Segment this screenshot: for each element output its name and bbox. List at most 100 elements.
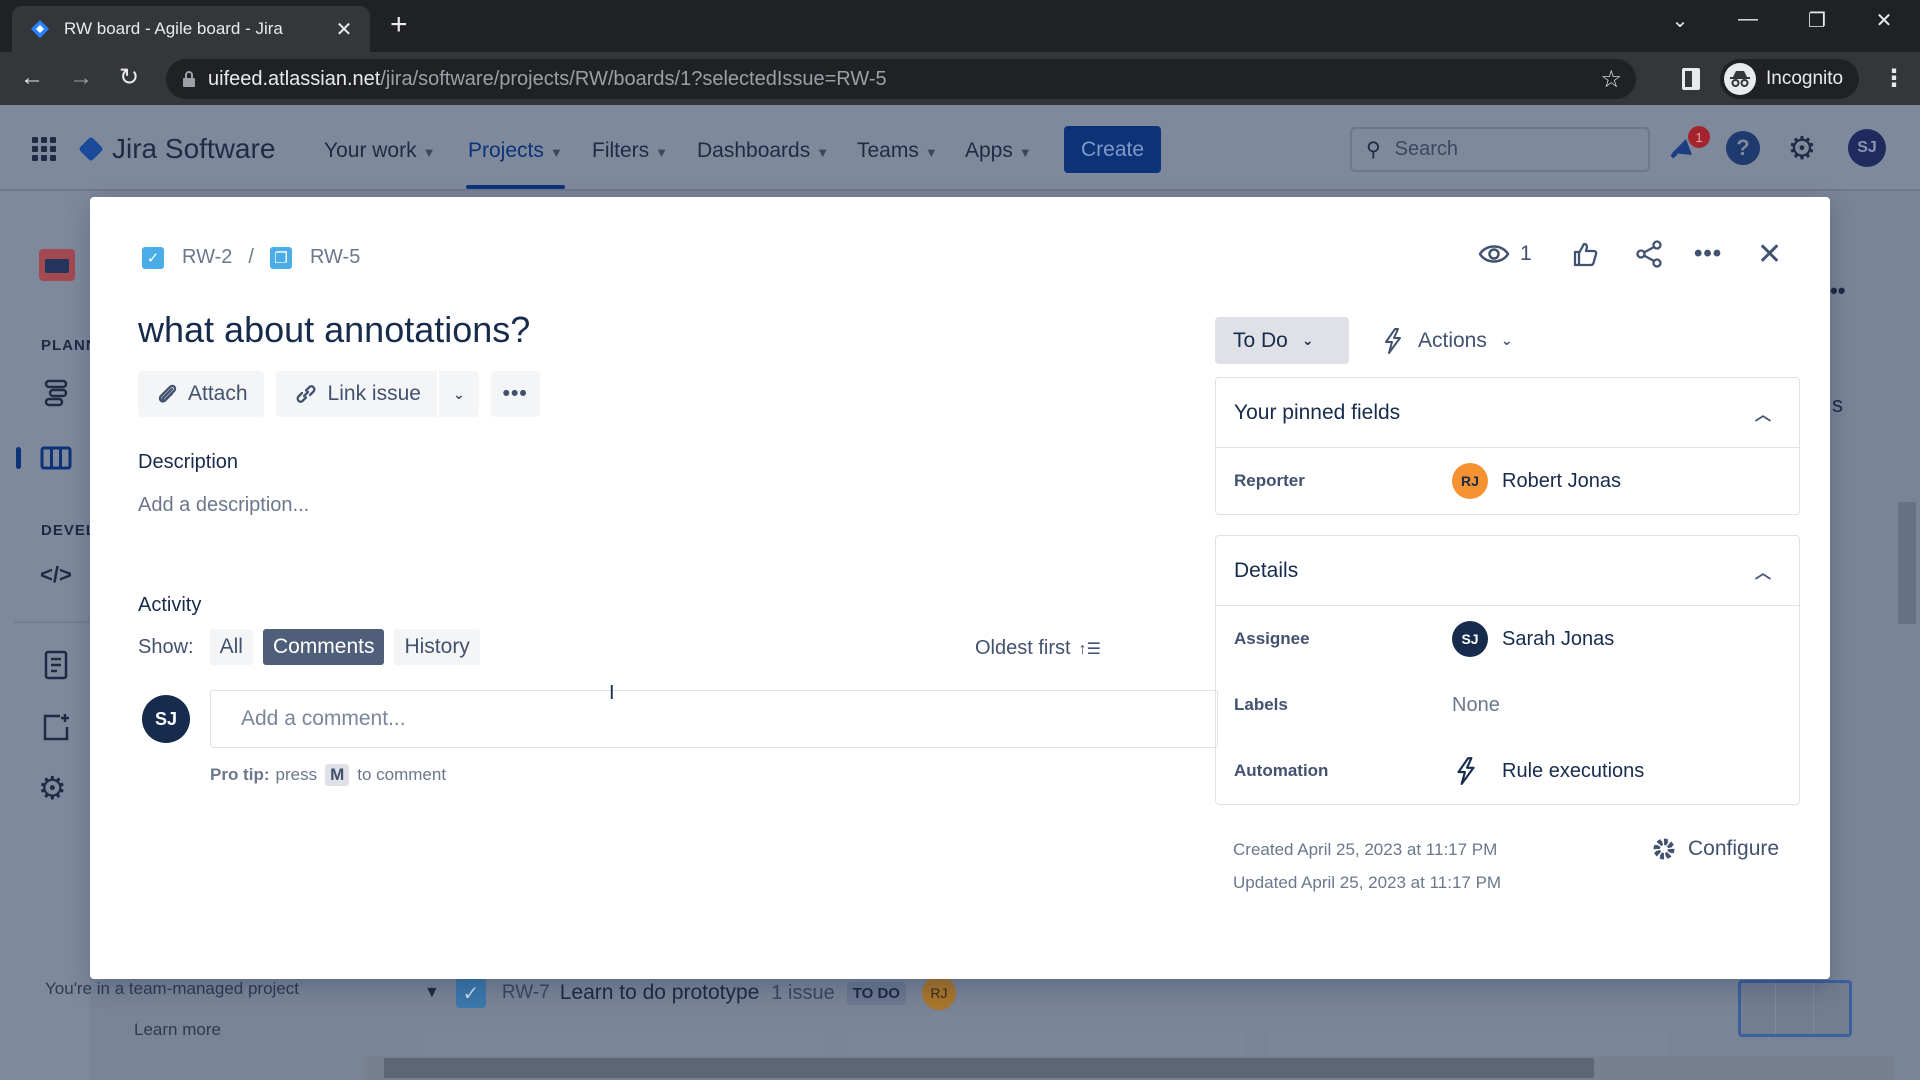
swimlane-key: RW-7: [501, 982, 550, 1003]
horizontal-scroll-thumb[interactable]: [384, 1058, 1594, 1078]
close-tab-icon[interactable]: ✕: [332, 17, 356, 42]
configure-button[interactable]: Configure: [1650, 835, 1779, 863]
chevron-down-icon: ▼: [422, 145, 436, 160]
rule-executions-label: Rule executions: [1502, 759, 1645, 782]
add-shortcut-icon[interactable]: [40, 711, 72, 743]
browser-menu-icon[interactable]: ⋮: [1882, 64, 1906, 93]
code-icon[interactable]: </>: [40, 562, 72, 594]
project-avatar-icon[interactable]: [39, 249, 75, 281]
attach-button[interactable]: Attach: [138, 371, 264, 417]
url-bar[interactable]: uifeed.atlassian.net/jira/software/proje…: [166, 59, 1636, 99]
nav-filters[interactable]: Filters ▼: [592, 139, 668, 163]
nav-label: Teams: [857, 139, 919, 162]
pinned-fields-header[interactable]: Your pinned fields ︿: [1216, 378, 1799, 448]
assignee-value[interactable]: SJ Sarah Jonas: [1452, 621, 1614, 657]
sidebar-divider: [14, 621, 90, 623]
active-nav-indicator: [466, 185, 565, 189]
sort-order-button[interactable]: Oldest first ↑☰: [975, 637, 1101, 660]
jira-logo[interactable]: Jira Software: [78, 133, 275, 165]
project-pages-icon[interactable]: [40, 649, 72, 681]
search-icon: ⚲: [1366, 139, 1381, 161]
protip-bold: Pro tip:: [210, 765, 270, 784]
filter-all[interactable]: All: [209, 629, 253, 665]
thumbs-up-icon: [1573, 242, 1598, 267]
settings-gear-icon[interactable]: ⚙: [1785, 130, 1819, 166]
more-options-icon[interactable]: •••: [1694, 237, 1722, 271]
project-settings-icon[interactable]: ⚙: [38, 769, 70, 806]
nav-apps[interactable]: Apps ▼: [965, 139, 1032, 163]
chevron-down-icon: ⌄: [1301, 332, 1314, 348]
link-issue-button[interactable]: Link issue: [275, 371, 437, 417]
board-swimlane-row[interactable]: ▼ ✓ RW-7 Learn to do prototype 1 issue T…: [424, 976, 956, 1010]
reporter-value[interactable]: RJ Robert Jonas: [1452, 463, 1621, 499]
protip-pre: press: [275, 765, 318, 784]
jira-diamond-icon: [78, 136, 104, 162]
labels-value[interactable]: None: [1452, 694, 1500, 717]
side-panel-icon[interactable]: [1682, 68, 1700, 90]
board-more-icon[interactable]: ••: [1830, 278, 1845, 304]
chevron-down-icon: ▼: [816, 145, 830, 160]
incognito-profile-button[interactable]: Incognito: [1720, 59, 1860, 99]
breadcrumb-parent-link[interactable]: RW-2: [182, 246, 232, 269]
filter-comments[interactable]: Comments: [262, 629, 385, 665]
jira-favicon-icon: [31, 20, 49, 38]
help-icon[interactable]: ?: [1726, 131, 1760, 165]
create-button[interactable]: Create: [1064, 126, 1161, 173]
chevron-down-icon: ⌄: [452, 385, 465, 402]
close-modal-icon[interactable]: ✕: [1757, 237, 1782, 271]
more-horizontal-icon: •••: [502, 382, 528, 405]
window-close-icon[interactable]: ✕: [1864, 8, 1904, 33]
description-field[interactable]: Add a description...: [138, 494, 309, 517]
new-tab-icon[interactable]: +: [390, 10, 408, 40]
vertical-scroll-thumb[interactable]: [1898, 502, 1916, 624]
team-managed-note: You're in a team-managed project: [45, 979, 299, 998]
reload-icon[interactable]: ↻: [114, 64, 144, 92]
minimize-icon[interactable]: —: [1728, 8, 1768, 31]
nav-dashboards[interactable]: Dashboards ▼: [697, 139, 829, 163]
issue-title[interactable]: what about annotations?: [138, 309, 530, 351]
learn-more-link[interactable]: Learn more: [134, 1020, 221, 1040]
breadcrumb-issue-link[interactable]: RW-5: [310, 246, 360, 269]
like-button[interactable]: [1572, 237, 1598, 271]
labels-label: Labels: [1234, 695, 1288, 714]
reporter-label: Reporter: [1234, 471, 1305, 490]
sidebar-active-indicator: [16, 447, 21, 469]
board-minimap[interactable]: [1738, 980, 1852, 1037]
sort-label: Oldest first: [975, 637, 1071, 659]
actions-dropdown[interactable]: Actions ⌄: [1380, 317, 1513, 364]
bookmark-star-icon[interactable]: ☆: [1600, 65, 1622, 94]
watch-button[interactable]: 1: [1478, 237, 1532, 271]
user-avatar[interactable]: SJ: [1848, 129, 1886, 167]
share-button[interactable]: [1635, 237, 1663, 271]
vertical-scrollbar[interactable]: [1896, 480, 1920, 1060]
filter-history[interactable]: History: [394, 629, 480, 665]
horizontal-scrollbar[interactable]: [364, 1056, 1894, 1080]
search-input[interactable]: [1394, 138, 1615, 161]
back-icon[interactable]: ←: [17, 64, 47, 92]
status-dropdown[interactable]: To Do ⌄: [1215, 317, 1349, 364]
nav-label: Your work: [324, 139, 417, 162]
attach-label: Attach: [188, 382, 248, 405]
comment-box[interactable]: [210, 690, 1218, 748]
search-box[interactable]: ⚲: [1350, 127, 1650, 172]
more-actions-button[interactable]: •••: [490, 371, 540, 417]
timeline-icon[interactable]: [40, 377, 72, 409]
app-switcher-icon[interactable]: [32, 137, 56, 161]
tab-search-icon[interactable]: ⌄: [1660, 8, 1700, 33]
forward-icon[interactable]: →: [66, 64, 96, 92]
tab-title: RW board - Agile board - Jira: [64, 19, 283, 38]
comment-input[interactable]: [241, 707, 1217, 731]
chevron-down-icon[interactable]: ▼: [424, 984, 440, 1002]
address-bar-row: ← → ↻ uifeed.atlassian.net/jira/software…: [0, 52, 1920, 105]
nav-your-work[interactable]: Your work ▼: [324, 139, 435, 163]
board-bg-text: s: [1832, 392, 1843, 417]
nav-teams[interactable]: Teams ▼: [857, 139, 938, 163]
restore-icon[interactable]: ❐: [1797, 8, 1837, 33]
incognito-icon: [1724, 63, 1756, 95]
browser-tab[interactable]: RW board - Agile board - Jira ✕: [12, 6, 370, 52]
automation-value[interactable]: Rule executions: [1452, 756, 1644, 786]
link-issue-dropdown[interactable]: ⌄: [438, 371, 479, 417]
details-header[interactable]: Details ︿: [1216, 536, 1799, 606]
nav-projects[interactable]: Projects ▼: [468, 139, 563, 163]
board-icon[interactable]: [40, 442, 72, 474]
